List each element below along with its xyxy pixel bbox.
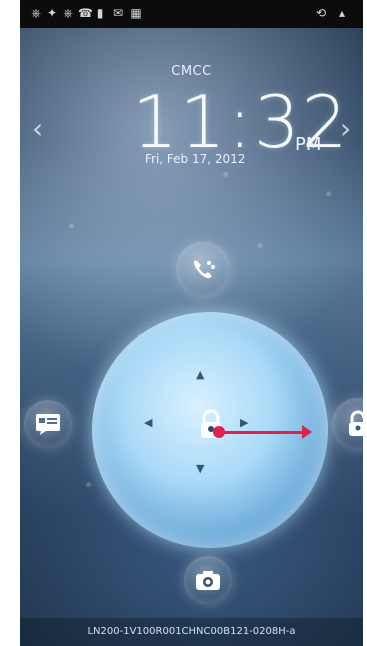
clock-ampm: PM [295,134,322,155]
camera-icon [196,571,220,590]
mail-icon: ✉ [112,6,124,20]
phone-icon: ☎ [78,6,93,20]
android-icon: ✦ [46,6,58,20]
usb-icon: ⎈ [63,6,73,20]
ring-top-mark: ▲ [196,368,205,381]
chevron-left-icon[interactable]: ‹ [32,112,43,145]
calendar-icon: ▦ [130,6,142,20]
clock-date: Fri, Feb 17, 2012 [145,152,246,166]
unlock-ring[interactable]: ▲ ◀ ▶ ▼ [92,312,328,548]
messages-icon [36,414,60,435]
lockscreen: ⎈ ✦ ⎈ ☎ ▮ ✉ ▦ ⟲ ▴ CMCC ‹ › 11:32 PM Fri,… [20,0,363,646]
usb-icon: ⎈ [31,6,41,20]
call-shortcut-button[interactable] [176,242,230,296]
unlock-icon [349,410,363,436]
ring-right-mark: ▶ [240,416,249,429]
sync-icon: ⟲ [315,6,327,20]
carrier-label: CMCC [171,64,212,79]
signal-icon: ▴ [338,6,346,20]
swipe-hint-arrow [213,425,312,439]
ring-bottom-mark: ▼ [196,462,205,475]
messages-shortcut-button[interactable] [24,400,72,448]
camera-shortcut-button[interactable] [184,556,232,604]
build-number: LN200-1V100R001CHNC00B121-0208H-a [87,626,296,637]
status-bar: ⎈ ✦ ⎈ ☎ ▮ ✉ ▦ ⟲ ▴ [20,0,363,28]
ring-left-mark: ◀ [144,416,153,429]
sim-icon: ▮ [96,6,104,20]
phone-message-icon [194,260,215,279]
